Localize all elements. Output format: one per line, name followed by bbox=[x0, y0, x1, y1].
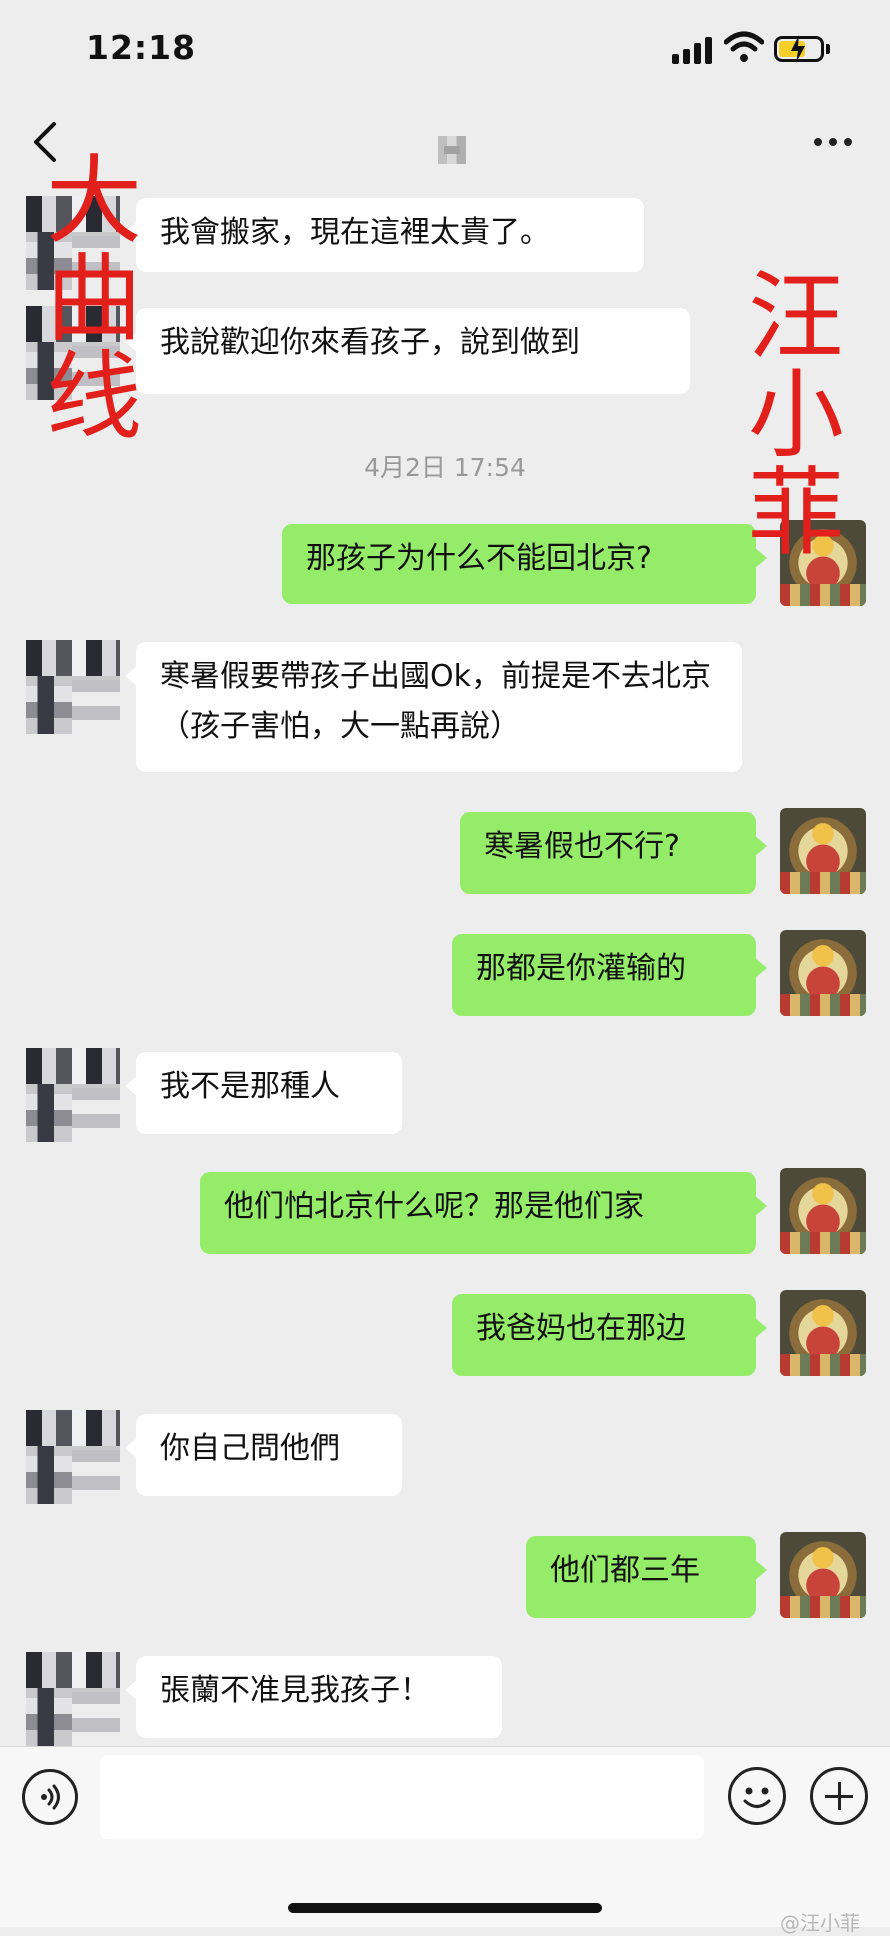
battery-icon bbox=[774, 35, 824, 63]
user-avatar[interactable] bbox=[780, 930, 866, 1016]
annotation-char: 大 bbox=[46, 145, 142, 257]
message-input[interactable] bbox=[100, 1755, 704, 1839]
message-bubble-incoming[interactable]: 張蘭不准見我孩子！ bbox=[125, 1656, 502, 1738]
status-time: 12:18 bbox=[86, 28, 197, 67]
message-bubble-outgoing[interactable]: 他们都三年 bbox=[526, 1536, 767, 1618]
message-bubble-incoming[interactable]: 我說歡迎你來看孩子，說到做到 bbox=[125, 308, 690, 394]
message-bubble-outgoing[interactable]: 我爸妈也在那边 bbox=[452, 1294, 767, 1376]
annotation-right: 汪 小 菲 bbox=[748, 268, 858, 562]
message-bubble-incoming[interactable]: 寒暑假要帶孩子出國Ok，前提是不去北京（孩子害怕，大一點再說） bbox=[125, 642, 742, 772]
contact-avatar[interactable] bbox=[26, 1652, 120, 1746]
wifi-icon bbox=[724, 31, 764, 62]
contact-avatar[interactable] bbox=[26, 1048, 120, 1142]
contact-avatar[interactable] bbox=[26, 640, 120, 734]
user-avatar[interactable] bbox=[780, 808, 866, 894]
signal-icon bbox=[672, 36, 714, 64]
plus-icon[interactable] bbox=[810, 1767, 868, 1825]
message-bubble-outgoing[interactable]: 他们怕北京什么呢？那是他们家 bbox=[200, 1172, 767, 1254]
message-bubble-outgoing[interactable]: 那都是你灌输的 bbox=[452, 934, 767, 1016]
user-avatar[interactable] bbox=[780, 1532, 866, 1618]
voice-icon[interactable] bbox=[22, 1769, 78, 1825]
home-indicator bbox=[288, 1903, 602, 1913]
battery-cap bbox=[826, 44, 830, 54]
watermark: @汪小菲 bbox=[780, 1911, 860, 1935]
annotation-char: 线 bbox=[46, 341, 142, 453]
annotation-char: 菲 bbox=[748, 457, 844, 569]
annotation-left: 大 曲 线 bbox=[46, 152, 156, 446]
contact-avatar[interactable] bbox=[26, 1410, 120, 1504]
contact-name-blurred bbox=[438, 136, 466, 164]
annotation-char: 汪 bbox=[748, 261, 844, 373]
message-bubble-incoming[interactable]: 我會搬家，現在這裡太貴了。 bbox=[125, 198, 644, 272]
annotation-char: 曲 bbox=[46, 243, 142, 355]
user-avatar[interactable] bbox=[780, 1290, 866, 1376]
annotation-char: 小 bbox=[748, 359, 844, 471]
input-bar: @汪小菲 bbox=[0, 1746, 890, 1935]
more-dots-icon[interactable] bbox=[814, 138, 854, 148]
message-bubble-incoming[interactable]: 你自己問他們 bbox=[125, 1414, 402, 1496]
message-bubble-outgoing[interactable]: 寒暑假也不行? bbox=[460, 812, 767, 894]
message-bubble-outgoing[interactable]: 那孩子为什么不能回北京? bbox=[282, 524, 767, 604]
status-bar: 12:18 bbox=[0, 0, 890, 100]
user-avatar[interactable] bbox=[780, 1168, 866, 1254]
message-bubble-incoming[interactable]: 我不是那種人 bbox=[125, 1052, 402, 1134]
emoji-icon[interactable] bbox=[728, 1767, 786, 1825]
